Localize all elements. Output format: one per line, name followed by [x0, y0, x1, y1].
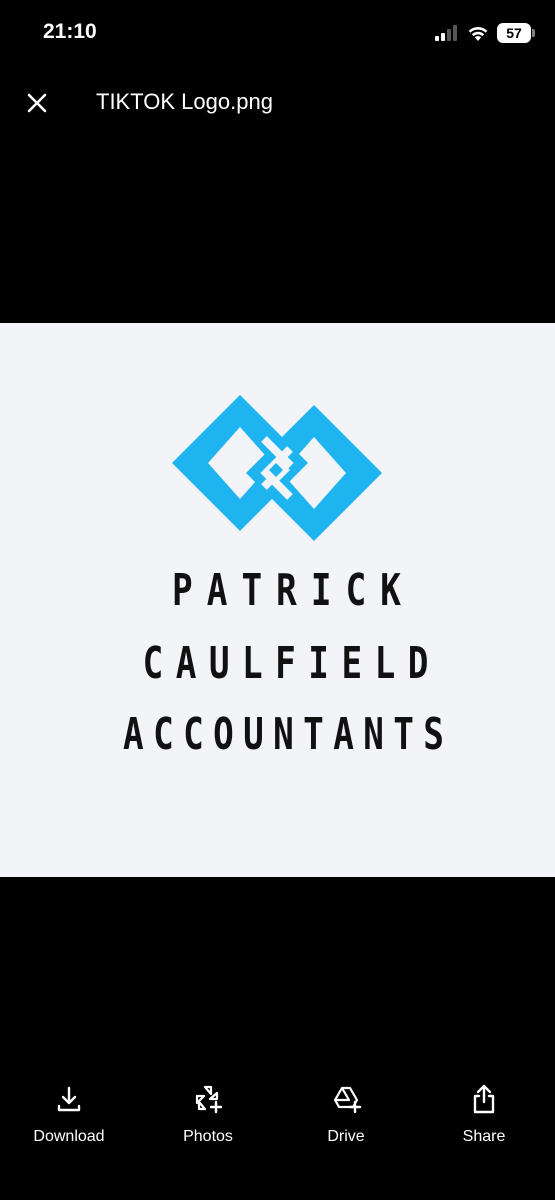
- logo-text-line-2: CAULFIELD: [142, 638, 441, 689]
- share-icon: [473, 1084, 495, 1114]
- photos-label: Photos: [183, 1128, 233, 1145]
- photos-add-icon: [195, 1085, 223, 1114]
- close-button[interactable]: [20, 86, 54, 120]
- download-button[interactable]: Download: [14, 1075, 124, 1155]
- drive-add-icon: [333, 1086, 362, 1114]
- battery-indicator: 57: [497, 23, 535, 43]
- drive-button[interactable]: Drive: [291, 1075, 401, 1155]
- download-icon: [57, 1086, 81, 1112]
- image-preview: PATRICK CAULFIELD ACCOUNTANTS: [0, 323, 555, 877]
- share-button[interactable]: Share: [429, 1075, 539, 1155]
- company-logo-mark: [172, 395, 382, 541]
- close-icon: [27, 93, 47, 113]
- status-icons: 57: [435, 21, 535, 45]
- share-label: Share: [462, 1128, 506, 1145]
- viewer-header: TIKTOK Logo.png: [0, 66, 555, 138]
- status-bar: 21:10 57: [0, 0, 555, 66]
- photos-button[interactable]: Photos: [153, 1075, 263, 1155]
- logo-text-line-3: ACCOUNTANTS: [123, 709, 454, 760]
- action-bar: Download Photos Drive Share: [0, 1075, 555, 1175]
- download-label: Download: [33, 1128, 105, 1145]
- file-title: TIKTOK Logo.png: [96, 89, 273, 114]
- cellular-signal-icon: [435, 25, 457, 41]
- logo-text-line-1: PATRICK: [172, 565, 415, 616]
- status-time: 21:10: [43, 20, 97, 43]
- wifi-icon: [468, 26, 488, 41]
- drive-label: Drive: [327, 1128, 365, 1145]
